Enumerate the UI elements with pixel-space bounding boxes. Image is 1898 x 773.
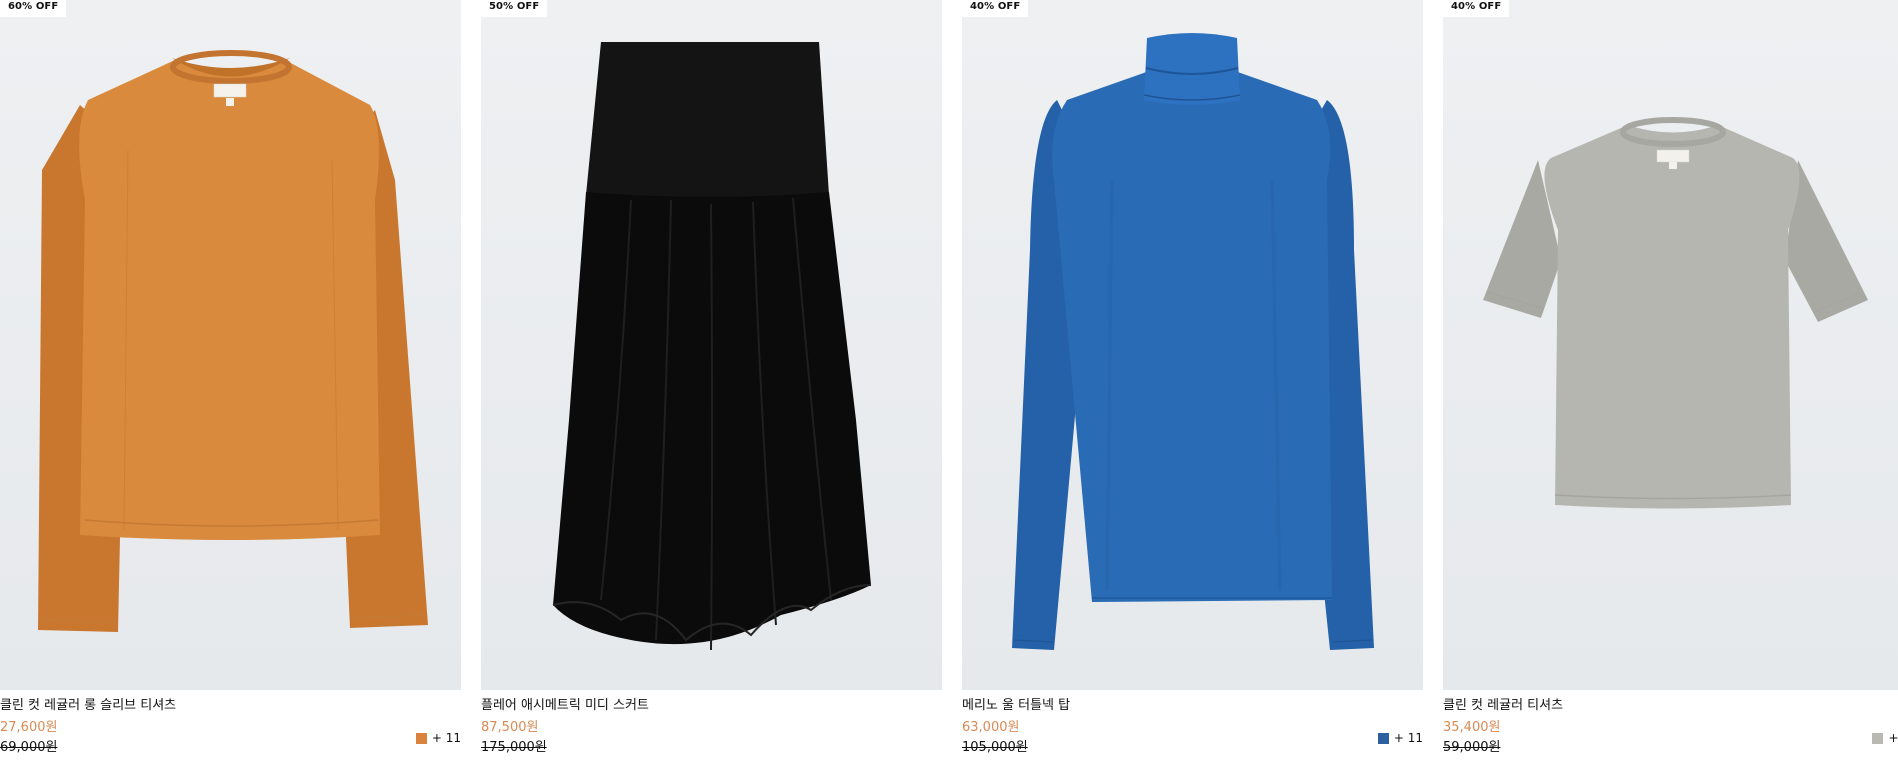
discount-badge: 60% OFF (0, 0, 67, 17)
midi-skirt-illustration (552, 42, 872, 651)
original-price: 59,000원 (1443, 740, 1501, 755)
more-colors-count[interactable]: + 11 (432, 731, 461, 745)
product-name[interactable]: 메리노 울 터틀넥 탑 (962, 697, 1070, 715)
sale-price: 27,600원 (0, 720, 58, 735)
product-image[interactable]: 40% OFF (962, 0, 1423, 690)
discount-badge: 50% OFF (481, 0, 548, 17)
product-name[interactable]: 클린 컷 레귤러 롱 슬리브 티셔츠 (0, 697, 176, 715)
product-image[interactable]: 40% OFF (1443, 0, 1898, 690)
color-swatches[interactable]: + 11 (415, 730, 461, 746)
long-sleeve-tee-illustration (38, 50, 428, 632)
product-card[interactable]: 40% OFF 메리노 울 터틀넥 탑 63,000원 105,000원 + 1… (962, 0, 1423, 773)
color-swatch[interactable] (415, 732, 427, 744)
product-card[interactable]: 40% OFF 클린 컷 레귤러 티셔츠 35,400원 59,000원 + 1 (1443, 0, 1898, 773)
sale-price: 87,500원 (481, 720, 539, 735)
more-colors-count[interactable]: + 11 (1394, 731, 1423, 745)
product-card[interactable]: 50% OFF 플레어 애시메트릭 미디 스커트 87,500원 175,000… (481, 0, 942, 773)
original-price: 69,000원 (0, 740, 58, 755)
original-price: 105,000원 (962, 740, 1028, 755)
product-name[interactable]: 플레어 애시메트릭 미디 스커트 (481, 697, 649, 715)
product-card[interactable]: 60% OFF 클린 컷 레귤러 롱 슬리브 티셔츠 27,600원 69,00… (0, 0, 461, 773)
product-name[interactable]: 클린 컷 레귤러 티셔츠 (1443, 697, 1563, 715)
discount-badge: 40% OFF (962, 0, 1029, 17)
color-swatch[interactable] (1377, 732, 1389, 744)
product-grid: 60% OFF 클린 컷 레귤러 롱 슬리브 티셔츠 27,600원 69,00… (0, 0, 1898, 773)
sale-price: 63,000원 (962, 720, 1020, 735)
turtleneck-illustration (1012, 33, 1374, 650)
product-image[interactable]: 50% OFF (481, 0, 942, 690)
original-price: 175,000원 (481, 740, 547, 755)
sale-price: 35,400원 (1443, 720, 1501, 735)
tshirt-illustration (1483, 117, 1868, 509)
color-swatches[interactable]: + 11 (1377, 730, 1423, 746)
discount-badge: 40% OFF (1443, 0, 1510, 17)
color-swatch[interactable] (1872, 732, 1884, 744)
color-swatches[interactable]: + 1 (1872, 730, 1898, 746)
product-image[interactable]: 60% OFF (0, 0, 461, 690)
more-colors-count[interactable]: + 1 (1888, 731, 1898, 745)
